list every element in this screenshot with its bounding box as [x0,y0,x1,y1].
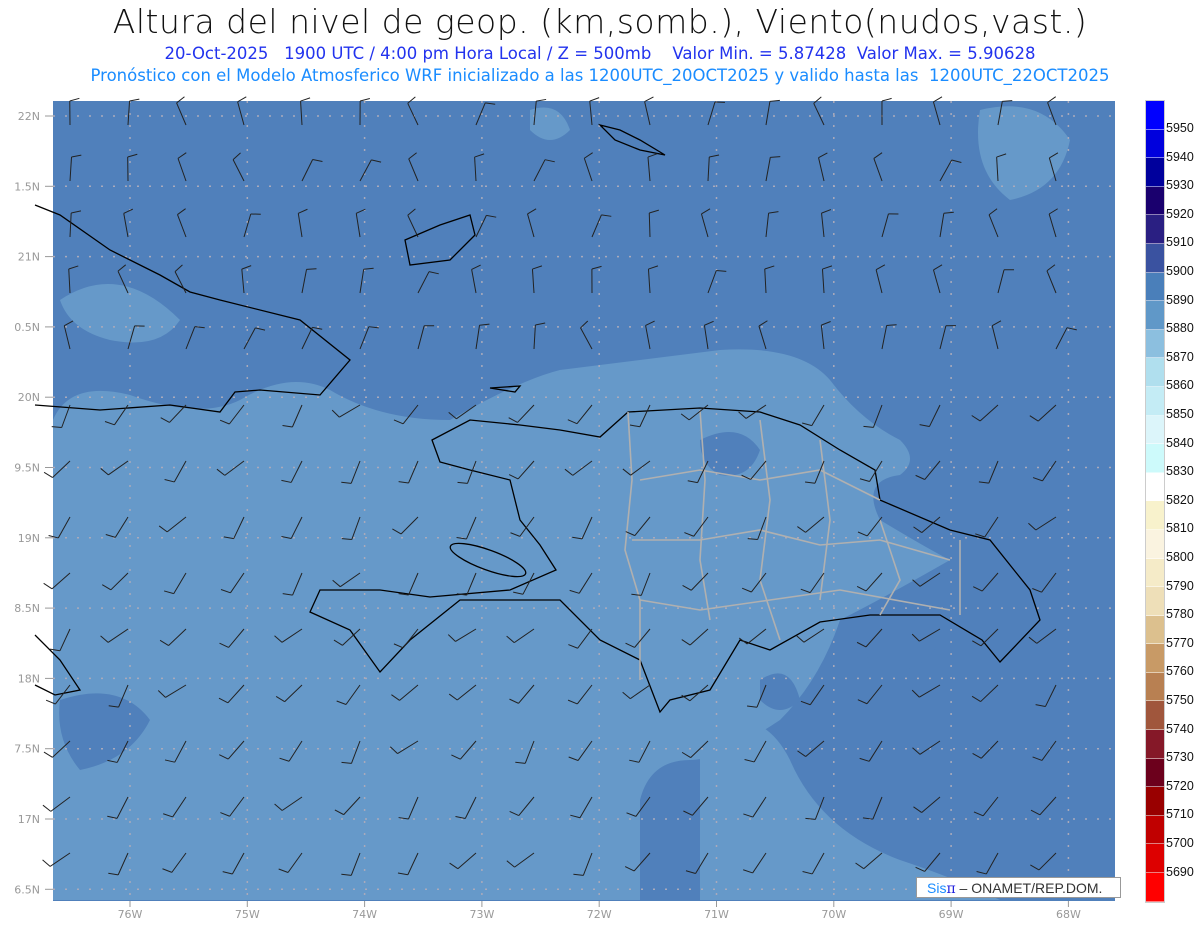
colorbar-swatch [1146,415,1164,445]
colorbar-swatch [1146,301,1164,330]
colorbar-label: 5850 [1166,407,1194,421]
map-title: Altura del nivel de geop. (km,somb.), Vi… [112,2,1088,41]
lat-label: 7.5N [14,743,40,756]
colorbar-label: 5900 [1166,264,1194,278]
colorbar-swatch [1146,272,1164,302]
lat-label: 22N [18,110,40,123]
colorbar-swatch [1146,644,1164,673]
lon-label: 75W [235,908,260,921]
colorbar-swatch [1146,672,1164,702]
colorbar-label: 5700 [1166,836,1194,850]
lat-label: 19N [18,532,40,545]
colorbar-swatch [1146,243,1164,273]
colorbar-swatch [1146,501,1164,530]
colorbar-swatch [1146,529,1164,559]
lat-label: 1.5N [14,180,40,193]
lon-label: 73W [469,908,494,921]
colorbar-label: 5730 [1166,750,1194,765]
colorbar-label: 5780 [1166,607,1194,622]
lon-label: 69W [939,908,964,921]
colorbar-swatch [1146,873,1164,902]
latitude-labels: 22N 1.5N 21N 0.5N 20N 9.5N 19N 8.5N 18N 7.5N 17N 6.… [14,110,53,896]
colorbar-swatch [1146,444,1164,473]
colorbar-label: 5770 [1166,635,1194,650]
colorbar-label: 5890 [1166,292,1194,307]
colorbar-label: 5930 [1166,178,1194,193]
colorbar-label: 5820 [1166,492,1194,507]
colorbar-swatch [1146,558,1164,588]
colorbar-swatch [1146,615,1164,645]
colorbar-label: 5840 [1166,435,1194,450]
colorbar-swatch [1146,386,1164,416]
lat-label: 18N [18,672,40,685]
colorbar-label: 5760 [1166,664,1194,679]
colorbar-label: 5800 [1166,550,1194,564]
colorbar-swatch [1146,472,1164,502]
colorbar-swatch [1146,129,1164,159]
colorbar-swatch [1146,186,1164,216]
lon-label: 68W [1056,908,1081,921]
colorbar-swatch [1146,215,1164,244]
colorbar-swatch [1146,158,1164,187]
colorbar-swatch [1146,758,1164,788]
lat-label: 17N [18,813,40,826]
colorbar-label: 5920 [1166,206,1194,221]
lon-label: 71W [704,908,729,921]
colorbar-label: 5740 [1166,721,1194,736]
logo-sis: Sis [927,880,947,896]
model-info-subtitle: Pronóstico con el Modelo Atmosferico WRF… [90,66,1110,85]
logo-text: – ONAMET/REP.DOM. [955,880,1103,896]
logo-pi: π [946,881,956,897]
colorbar-label: 5690 [1166,864,1194,879]
colorbar-swatch [1146,701,1164,731]
colorbar-label: 5940 [1166,149,1194,164]
lat-label: 8.5N [14,602,40,615]
colorbar-label: 5870 [1166,349,1194,364]
lat-label: 6.5N [14,883,40,896]
colorbar-swatch [1146,329,1164,359]
colorbar [1145,100,1165,903]
lon-label: 74W [352,908,377,921]
colorbar-swatch [1146,101,1164,130]
valid-time-subtitle: 20-Oct-2025 1900 UTC / 4:00 pm Hora Loca… [164,44,1036,63]
geopotential-map: 22N 1.5N 21N 0.5N 20N 9.5N 19N 8.5N 18N 7.5N 17N 6.… [14,96,1115,921]
colorbar-label: 5750 [1166,693,1194,707]
lon-label: 72W [587,908,612,921]
colorbar-label: 5910 [1166,235,1194,250]
lon-label: 76W [118,908,143,921]
onamet-logo: Sisπ – ONAMET/REP.DOM. [916,877,1121,898]
colorbar-label: 5830 [1166,464,1194,479]
colorbar-label: 5880 [1166,321,1194,336]
colorbar-label: 5950 [1166,121,1194,135]
colorbar-label: 5860 [1166,378,1194,393]
lat-label: 9.5N [14,462,40,475]
lat-label: 0.5N [14,321,40,334]
colorbar-label: 5720 [1166,778,1194,793]
colorbar-swatch [1146,730,1164,759]
colorbar-swatch [1146,815,1164,845]
colorbar-label: 5710 [1166,807,1194,822]
longitude-labels: 76W 75W 74W 73W 72W 71W 70W 69W 68W [118,901,1081,921]
colorbar-label: 5790 [1166,578,1194,593]
colorbar-swatch [1146,358,1164,387]
colorbar-swatch [1146,587,1164,616]
lat-label: 20N [18,391,40,404]
lat-label: 21N [18,251,40,264]
colorbar-swatch [1146,844,1164,874]
lon-label: 70W [821,908,846,921]
colorbar-swatch [1146,787,1164,816]
colorbar-label: 5810 [1166,521,1194,536]
